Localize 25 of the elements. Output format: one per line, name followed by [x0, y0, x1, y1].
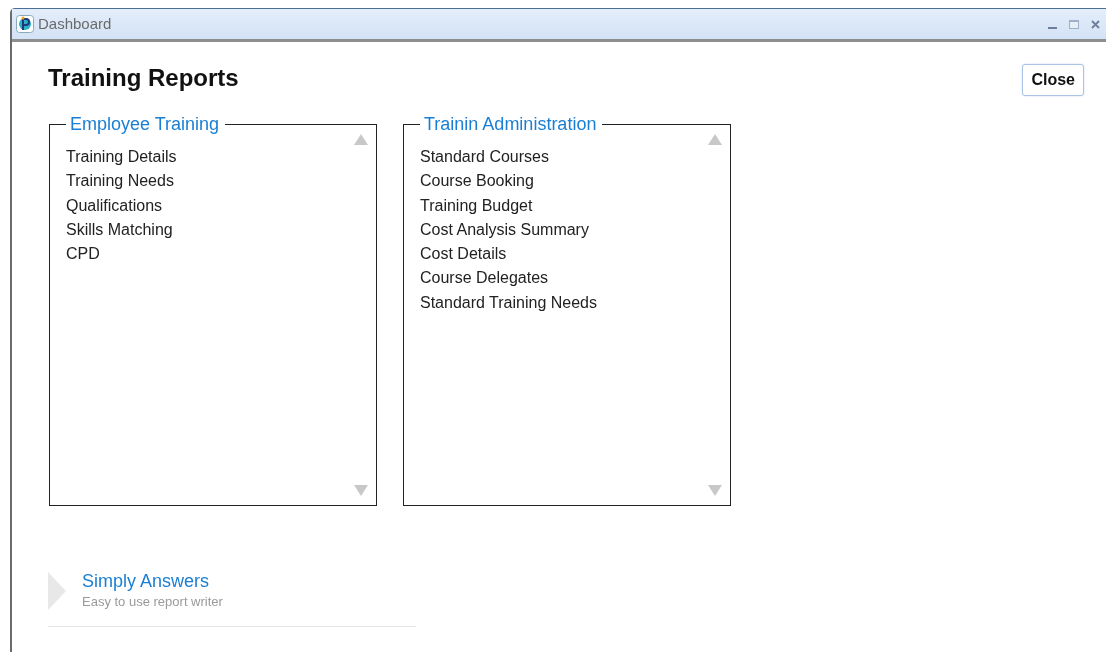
- link-subtitle: Easy to use report writer: [82, 593, 223, 611]
- scroll-down-icon[interactable]: [708, 485, 722, 496]
- report-link[interactable]: CPD: [66, 242, 360, 267]
- maximize-icon[interactable]: [1069, 19, 1079, 29]
- close-button[interactable]: Close: [1022, 64, 1084, 96]
- report-link[interactable]: Course Delegates: [420, 266, 714, 291]
- report-link[interactable]: Cost Analysis Summary: [420, 217, 714, 243]
- app-logo-icon: [16, 15, 34, 33]
- window-title: Dashboard: [38, 13, 112, 34]
- report-link[interactable]: Standard Courses: [420, 145, 714, 170]
- page-title: Training Reports: [48, 64, 239, 93]
- report-link[interactable]: Cost Details: [420, 242, 714, 267]
- report-link[interactable]: Course Booking: [420, 169, 714, 194]
- scroll-up-icon[interactable]: [708, 134, 722, 145]
- scroll-up-icon[interactable]: [354, 134, 368, 145]
- close-icon[interactable]: [1091, 19, 1100, 29]
- report-link[interactable]: Training Details: [66, 145, 360, 170]
- report-link[interactable]: Training Budget: [420, 193, 714, 218]
- panel-title: Employee Training: [66, 114, 226, 134]
- report-link[interactable]: Skills Matching: [66, 217, 360, 243]
- simply-answers-link[interactable]: Simply Answers: [82, 570, 223, 592]
- report-link[interactable]: Qualifications: [66, 193, 360, 218]
- report-link[interactable]: Standard Training Needs: [420, 290, 714, 316]
- scroll-down-icon[interactable]: [354, 485, 368, 496]
- report-link[interactable]: Training Needs: [66, 169, 360, 194]
